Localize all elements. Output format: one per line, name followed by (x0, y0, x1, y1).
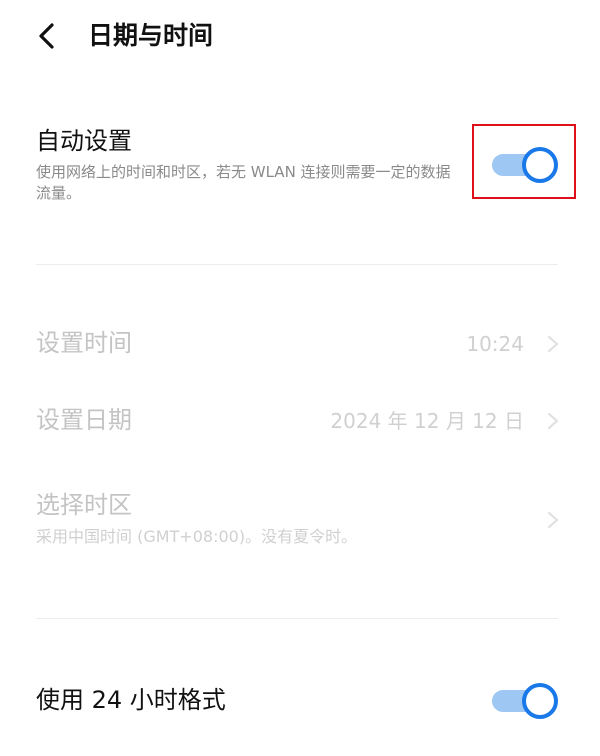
header: 日期与时间 (0, 0, 600, 72)
chevron-left-icon (39, 23, 54, 49)
time-zone-row[interactable]: 选择时区 采用中国时间 (GMT+08:00)。没有夏令时。 (0, 488, 600, 558)
time-zone-label: 选择时区 (36, 491, 132, 519)
set-date-value: 2024 年 12 月 12 日 (330, 409, 524, 433)
page-title: 日期与时间 (88, 21, 214, 50)
auto-setting-title: 自动设置 (36, 127, 132, 155)
divider (36, 618, 558, 619)
date-time-settings-page: 日期与时间 自动设置 使用网络上的时间和时区，若无 WLAN 连接则需要一定的数… (0, 0, 600, 756)
time-zone-subtitle: 采用中国时间 (GMT+08:00)。没有夏令时。 (36, 527, 358, 546)
set-time-value: 10:24 (466, 332, 524, 356)
set-date-row[interactable]: 设置日期 2024 年 12 月 12 日 (0, 403, 600, 443)
set-time-label: 设置时间 (36, 329, 132, 357)
back-button[interactable] (30, 18, 66, 54)
chevron-right-icon (547, 511, 559, 529)
auto-setting-row: 自动设置 使用网络上的时间和时区，若无 WLAN 连接则需要一定的数据流量。 (0, 112, 600, 222)
chevron-right-icon (547, 412, 559, 430)
auto-setting-toggle[interactable] (492, 145, 558, 183)
format-24h-label: 使用 24 小时格式 (36, 686, 226, 714)
toggle-knob (522, 683, 558, 719)
format-24h-toggle[interactable] (492, 681, 558, 719)
set-time-row[interactable]: 设置时间 10:24 (0, 326, 600, 366)
divider (36, 264, 558, 265)
toggle-knob (522, 147, 558, 183)
chevron-right-icon (547, 335, 559, 353)
auto-setting-description: 使用网络上的时间和时区，若无 WLAN 连接则需要一定的数据流量。 (36, 163, 451, 202)
set-date-label: 设置日期 (36, 406, 132, 434)
